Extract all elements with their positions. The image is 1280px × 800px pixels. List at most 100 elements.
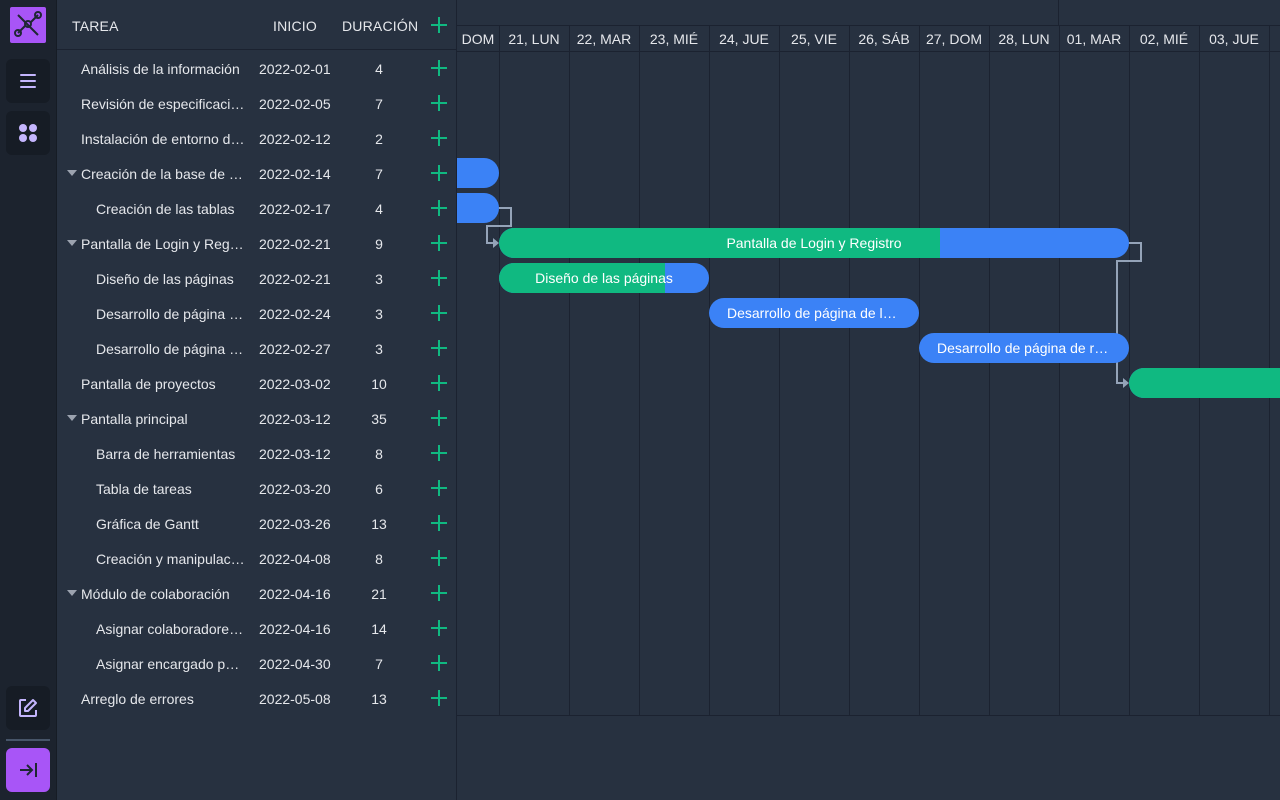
add-subtask-plus-icon[interactable]: [431, 445, 447, 461]
task-name: Creación de las tablas: [96, 201, 235, 217]
task-duration: 3: [375, 271, 383, 287]
add-subtask-plus-icon[interactable]: [431, 620, 447, 636]
task-row[interactable]: Creación de la base de datos 2022-02-14 7: [57, 156, 457, 191]
task-row[interactable]: Pantalla principal 2022-03-12 35: [57, 401, 457, 436]
task-name: Pantalla de Login y Registro: [81, 236, 245, 252]
task-name: Pantalla principal: [81, 411, 188, 427]
add-subtask-plus-icon[interactable]: [431, 690, 447, 706]
task-row[interactable]: Asignar encargado por tarea 2022-04-30 7: [57, 646, 457, 681]
edit-button[interactable]: [6, 686, 50, 730]
add-subtask-plus-icon[interactable]: [431, 305, 447, 321]
task-start-date: 2022-02-05: [259, 96, 331, 112]
task-duration: 6: [375, 481, 383, 497]
task-bar[interactable]: Desarrollo de página de registro: [919, 333, 1129, 363]
apps-button[interactable]: [6, 111, 50, 155]
task-duration: 4: [375, 201, 383, 217]
add-subtask-plus-icon[interactable]: [431, 480, 447, 496]
task-start-date: 2022-03-02: [259, 376, 331, 392]
task-row[interactable]: Creación de las tablas 2022-02-17 4: [57, 191, 457, 226]
task-row[interactable]: Módulo de colaboración 2022-04-16 21: [57, 576, 457, 611]
side-rail: [0, 0, 57, 800]
add-subtask-plus-icon[interactable]: [431, 585, 447, 601]
task-duration: 3: [375, 306, 383, 322]
collapse-caret-icon[interactable]: [67, 590, 77, 596]
task-row[interactable]: Instalación de entorno de desarrollo 2022…: [57, 121, 457, 156]
add-subtask-plus-icon[interactable]: [431, 340, 447, 356]
task-bar[interactable]: Desarrollo de página de login: [709, 298, 919, 328]
task-duration: 8: [375, 551, 383, 567]
task-duration: 13: [371, 691, 387, 707]
task-bar[interactable]: Diseño de las páginas: [499, 263, 709, 293]
task-bar[interactable]: Pantalla de Login y Registro: [499, 228, 1129, 258]
task-start-date: 2022-02-01: [259, 61, 331, 77]
add-subtask-plus-icon[interactable]: [431, 410, 447, 426]
task-row[interactable]: Creación y manipulación de tareas 2022-04…: [57, 541, 457, 576]
add-subtask-plus-icon[interactable]: [431, 165, 447, 181]
task-start-date: 2022-05-08: [259, 691, 331, 707]
add-subtask-plus-icon[interactable]: [431, 655, 447, 671]
task-row[interactable]: Pantalla de Login y Registro 2022-02-21 9: [57, 226, 457, 261]
add-subtask-plus-icon[interactable]: [431, 270, 447, 286]
task-start-date: 2022-03-26: [259, 516, 331, 532]
task-start-date: 2022-04-16: [259, 621, 331, 637]
logout-button[interactable]: [6, 748, 50, 792]
task-start-date: 2022-02-24: [259, 306, 331, 322]
add-subtask-plus-icon[interactable]: [431, 200, 447, 216]
task-duration: 2: [375, 131, 383, 147]
add-subtask-plus-icon[interactable]: [431, 95, 447, 111]
add-subtask-plus-icon[interactable]: [431, 375, 447, 391]
task-name: Barra de herramientas: [96, 446, 236, 462]
logout-icon: [20, 763, 37, 777]
task-bar[interactable]: [457, 158, 499, 188]
task-duration: 4: [375, 61, 383, 77]
add-subtask-plus-icon[interactable]: [431, 550, 447, 566]
task-start-date: 2022-02-21: [259, 236, 331, 252]
task-name: Revisión de especificaciones: [81, 96, 245, 112]
task-start-date: 2022-02-21: [259, 271, 331, 287]
task-row[interactable]: Asignar colaboradores al proyecto 2022-04…: [57, 611, 457, 646]
task-row[interactable]: Diseño de las páginas 2022-02-21 3: [57, 261, 457, 296]
task-row[interactable]: Revisión de especificaciones 2022-02-05 7: [57, 86, 457, 121]
task-start-date: 2022-04-08: [259, 551, 331, 567]
add-subtask-plus-icon[interactable]: [431, 235, 447, 251]
task-name: Diseño de las páginas: [96, 271, 234, 287]
column-header-duration[interactable]: DURACIÓN: [342, 18, 418, 34]
add-subtask-plus-icon[interactable]: [431, 60, 447, 76]
task-row[interactable]: Tabla de tareas 2022-03-20 6: [57, 471, 457, 506]
task-name: Instalación de entorno de desarrollo: [81, 131, 245, 147]
gantt-logo-icon: [10, 7, 46, 43]
task-row[interactable]: Arreglo de errores 2022-05-08 13: [57, 681, 457, 716]
column-header-task[interactable]: TAREA: [72, 18, 119, 34]
task-row[interactable]: Barra de herramientas 2022-03-12 8: [57, 436, 457, 471]
task-bar[interactable]: [457, 193, 499, 223]
task-progress-fill[interactable]: [1129, 368, 1280, 398]
task-duration: 14: [371, 621, 387, 637]
collapse-caret-icon[interactable]: [67, 240, 77, 246]
task-duration: 21: [371, 586, 387, 602]
task-row[interactable]: Desarrollo de página de registro 2022-02-…: [57, 331, 457, 366]
task-start-date: 2022-02-17: [259, 201, 331, 217]
task-bar-label: Desarrollo de página de login: [727, 305, 910, 321]
task-row[interactable]: Pantalla de proyectos 2022-03-02 10: [57, 366, 457, 401]
task-name: Creación de la base de datos: [81, 166, 245, 182]
task-bar[interactable]: [1129, 368, 1280, 398]
column-header-start[interactable]: INICIO: [273, 18, 317, 34]
add-task-plus-icon[interactable]: [431, 17, 447, 33]
collapse-caret-icon[interactable]: [67, 170, 77, 176]
task-start-date: 2022-04-16: [259, 586, 331, 602]
task-name: Creación y manipulación de tareas: [96, 551, 245, 567]
task-name: Arreglo de errores: [81, 691, 194, 707]
task-row[interactable]: Gráfica de Gantt 2022-03-26 13: [57, 506, 457, 541]
collapse-caret-icon[interactable]: [67, 415, 77, 421]
app-root: TAREA INICIO DURACIÓN Análisis de la inf…: [0, 0, 1280, 800]
menu-button[interactable]: [6, 59, 50, 103]
grid-header: TAREA INICIO DURACIÓN: [57, 0, 457, 50]
task-row[interactable]: Desarrollo de página de login 2022-02-24 3: [57, 296, 457, 331]
task-row[interactable]: Análisis de la información 2022-02-01 4: [57, 51, 457, 86]
task-duration: 3: [375, 341, 383, 357]
task-duration: 35: [371, 411, 387, 427]
task-bar-label: Diseño de las páginas: [535, 270, 673, 286]
task-name: Gráfica de Gantt: [96, 516, 199, 532]
add-subtask-plus-icon[interactable]: [431, 130, 447, 146]
add-subtask-plus-icon[interactable]: [431, 515, 447, 531]
